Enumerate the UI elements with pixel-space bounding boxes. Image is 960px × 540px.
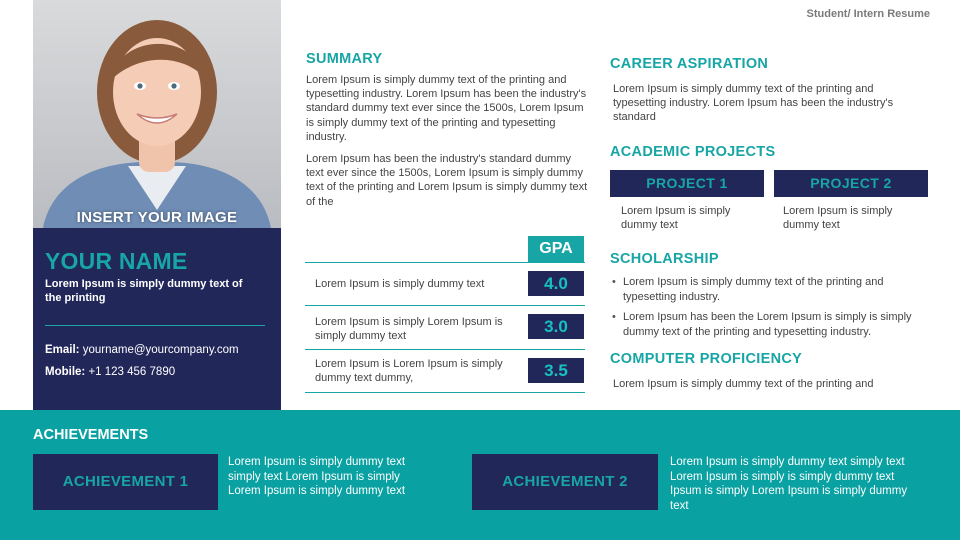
mobile-value[interactable]: +1 123 456 7890: [88, 366, 175, 378]
scholarship-heading: SCHOLARSHIP: [610, 251, 719, 267]
project-1-text: Lorem Ipsum is simply dummy text: [621, 205, 731, 231]
gpa-row-text: Lorem Ipsum is Lorem Ipsum is simply dum…: [315, 358, 503, 384]
email-label: Email:: [45, 344, 80, 356]
scholarship-list: Lorem Ipsum is simply dummy text of the …: [612, 275, 932, 345]
gpa-divider: [305, 392, 585, 393]
person-silhouette-icon: [43, 20, 271, 228]
gpa-divider: [305, 305, 585, 306]
achievements-heading: ACHIEVEMENTS: [33, 427, 149, 443]
gpa-value: 3.0: [528, 314, 584, 339]
photo-caption: INSERT YOUR IMAGE: [76, 209, 238, 226]
document-label: Student/ Intern Resume: [806, 8, 930, 20]
gpa-divider: [305, 262, 585, 263]
email-value[interactable]: yourname@yourcompany.com: [83, 344, 239, 356]
career-text: Lorem Ipsum is simply dummy text of the …: [613, 83, 894, 124]
achievement-1-text: Lorem Ipsum is simply dummy text simply …: [228, 456, 406, 497]
gpa-value: 4.0: [528, 271, 584, 296]
career-heading: CAREER ASPIRATION: [610, 56, 769, 72]
summary-paragraph-2: Lorem Ipsum has been the industry's stan…: [306, 153, 588, 208]
project-2-text: Lorem Ipsum is simply dummy text: [783, 205, 893, 231]
gpa-heading: GPA: [528, 236, 584, 262]
list-item: Lorem Ipsum is simply dummy text of the …: [612, 275, 932, 304]
gpa-value: 3.5: [528, 358, 584, 383]
achievement-1-button[interactable]: ACHIEVEMENT 1: [33, 454, 218, 510]
email-row: Email: yourname@yourcompany.com: [45, 344, 239, 356]
profile-tagline: Lorem Ipsum is simply dummy text of the …: [45, 278, 243, 304]
summary-heading: SUMMARY: [306, 51, 383, 67]
computer-heading: COMPUTER PROFICIENCY: [610, 351, 803, 367]
profile-photo[interactable]: INSERT YOUR IMAGE: [33, 0, 281, 228]
mobile-row: Mobile: +1 123 456 7890: [45, 366, 175, 378]
achievement-2-button[interactable]: ACHIEVEMENT 2: [472, 454, 658, 510]
gpa-row-text: Lorem Ipsum is simply Lorem Ipsum is sim…: [315, 316, 503, 342]
project-2-button[interactable]: PROJECT 2: [774, 170, 928, 197]
projects-heading: ACADEMIC PROJECTS: [610, 144, 776, 160]
gpa-divider: [305, 349, 585, 350]
computer-text: Lorem Ipsum is simply dummy text of the …: [613, 378, 874, 390]
mobile-label: Mobile:: [45, 366, 86, 378]
achievement-2-text: Lorem Ipsum is simply dummy text simply …: [670, 456, 908, 512]
profile-name: YOUR NAME: [45, 248, 188, 274]
list-item: Lorem Ipsum has been the Lorem Ipsum is …: [612, 310, 932, 339]
project-1-button[interactable]: PROJECT 1: [610, 170, 764, 197]
divider: [45, 325, 265, 326]
gpa-row-text: Lorem Ipsum is simply dummy text: [315, 278, 485, 290]
summary-paragraph-1: Lorem Ipsum is simply dummy text of the …: [306, 74, 587, 143]
